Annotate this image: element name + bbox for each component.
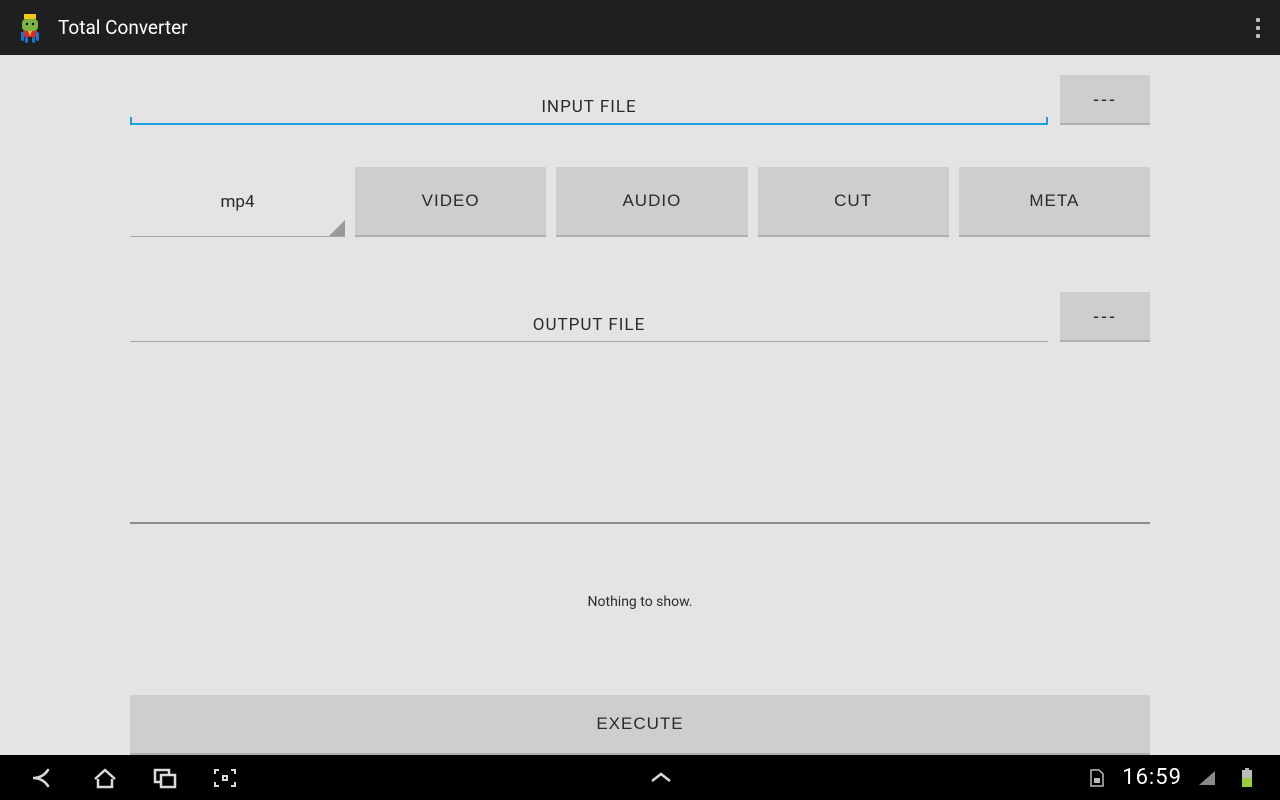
overflow-menu-icon[interactable] xyxy=(1250,12,1266,44)
action-bar: Total Converter xyxy=(0,0,1280,55)
command-preview-divider xyxy=(130,522,1150,524)
back-icon[interactable] xyxy=(30,763,60,793)
tab-video[interactable]: VIDEO xyxy=(355,167,546,237)
execute-button[interactable]: EXECUTE xyxy=(130,695,1150,755)
output-file-label: OUTPUT FILE xyxy=(533,315,645,341)
recent-apps-icon[interactable] xyxy=(150,763,180,793)
status-message: Nothing to show. xyxy=(130,594,1150,610)
output-file-field[interactable]: OUTPUT FILE xyxy=(130,294,1048,342)
home-icon[interactable] xyxy=(90,763,120,793)
input-file-row: INPUT FILE --- xyxy=(130,75,1150,125)
screenshot-icon[interactable] xyxy=(210,763,240,793)
battery-icon xyxy=(1232,763,1262,793)
tab-audio[interactable]: AUDIO xyxy=(556,167,747,237)
signal-icon xyxy=(1192,763,1222,793)
output-file-row: OUTPUT FILE --- xyxy=(130,292,1150,342)
input-file-label: INPUT FILE xyxy=(541,97,636,123)
input-browse-button[interactable]: --- xyxy=(1060,75,1150,125)
app-title: Total Converter xyxy=(58,16,188,39)
app-icon xyxy=(14,12,46,44)
sim-icon xyxy=(1082,763,1112,793)
expand-icon[interactable] xyxy=(646,763,676,793)
tabs-row: mp4 VIDEO AUDIO CUT META xyxy=(130,167,1150,237)
tab-meta[interactable]: META xyxy=(959,167,1150,237)
status-clock: 16:59 xyxy=(1122,765,1182,790)
input-file-field[interactable]: INPUT FILE xyxy=(130,77,1048,125)
tab-cut[interactable]: CUT xyxy=(758,167,949,237)
system-nav-bar: 16:59 xyxy=(0,755,1280,800)
format-spinner[interactable]: mp4 xyxy=(130,167,345,237)
output-browse-button[interactable]: --- xyxy=(1060,292,1150,342)
format-selected: mp4 xyxy=(220,192,254,212)
